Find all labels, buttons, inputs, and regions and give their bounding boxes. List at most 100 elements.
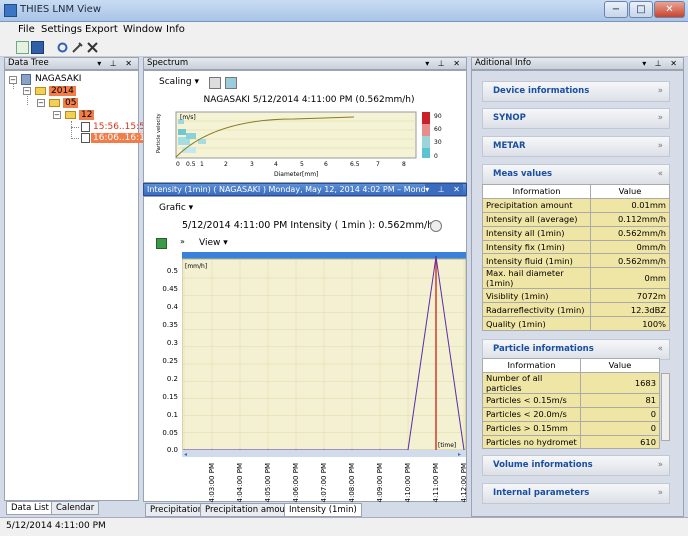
colorscale-30: 30 bbox=[434, 139, 442, 146]
meas-values-table: Information Value Precipitation amount 0.0… bbox=[482, 184, 670, 332]
section-device-info[interactable]: Device informations» bbox=[482, 81, 670, 102]
folder-icon bbox=[49, 99, 60, 107]
panel-pin-icon[interactable]: ▾ ⊥ ✕ bbox=[97, 58, 135, 69]
spectrum-x-tick: 8 bbox=[402, 161, 406, 168]
menu-file[interactable]: File bbox=[18, 24, 35, 35]
toolbar bbox=[0, 39, 688, 57]
spectrum-y-unit: [m/s] bbox=[180, 114, 196, 121]
chevron-down-icon: » bbox=[657, 488, 663, 498]
panel-pin-icon[interactable]: ▾ ⊥ ✕ bbox=[425, 184, 463, 195]
tab-intensity[interactable]: Intensity (1min) bbox=[284, 503, 362, 517]
tree-root[interactable]: NAGASAKI bbox=[35, 74, 81, 84]
x-tick: 4:09:00 PM bbox=[376, 463, 384, 503]
tab-precipitation[interactable]: Precipitation bbox=[145, 503, 209, 517]
tree-collapse-icon[interactable]: − bbox=[37, 99, 45, 107]
file-icon bbox=[81, 122, 90, 132]
tree-month[interactable]: 05 bbox=[63, 98, 79, 108]
view-dropdown[interactable]: View ▾ bbox=[199, 238, 228, 248]
folder-icon bbox=[35, 87, 46, 95]
intensity-chart-title: 5/12/2014 4:11:00 PM Intensity ( 1min ):… bbox=[182, 220, 434, 231]
table-row: Radarreflectivity (1min) 12.3dBZ bbox=[482, 302, 670, 318]
menu-bar: File Settings Export Window Info bbox=[0, 22, 688, 39]
chart-top-bar bbox=[182, 252, 466, 259]
tree-day[interactable]: 12 bbox=[79, 110, 95, 120]
x-tick: 4:05:00 PM bbox=[264, 463, 272, 503]
spectrum-y-label: Particle velocity bbox=[156, 113, 162, 153]
data-tree-header: Data Tree ▾ ⊥ ✕ bbox=[4, 57, 139, 70]
panel-pin-icon[interactable]: ▾ ⊥ ✕ bbox=[642, 58, 680, 69]
close-button[interactable]: ✕ bbox=[654, 1, 685, 18]
title-bar: THIES LNM View − □ ✕ bbox=[0, 0, 688, 22]
intensity-header: Intensity (1min) ( NAGASAKI ) Monday, Ma… bbox=[143, 183, 467, 196]
table-row: Particles > 0.15mm 0 bbox=[482, 420, 660, 436]
spectrum-x-tick: 6 bbox=[324, 161, 328, 168]
table-row: Intensity all (average) 0.112mm/h bbox=[482, 211, 670, 227]
export-icon[interactable] bbox=[225, 77, 237, 89]
intensity-chart: [mm/h] [time] ◂ ▸ bbox=[182, 252, 466, 458]
x-tick: 4:12:00 PM bbox=[460, 463, 468, 503]
colorscale-60: 60 bbox=[434, 126, 442, 133]
y-tick: 0.3 bbox=[166, 339, 178, 347]
spectrum-panel: Scaling ▾ NAGASAKI 5/12/2014 4:11:00 PM … bbox=[143, 70, 467, 183]
y-tick: 0.5 bbox=[166, 267, 178, 275]
x-tick: 4:08:00 PM bbox=[348, 463, 356, 503]
section-meas-values[interactable]: Meas values « bbox=[482, 164, 670, 185]
spectrum-x-tick: 1 bbox=[200, 161, 204, 168]
table-header: Information bbox=[482, 184, 591, 199]
y-tick: 0.4 bbox=[166, 303, 178, 311]
spectrum-x-tick: 2 bbox=[224, 161, 228, 168]
section-synop[interactable]: SYNOP» bbox=[482, 108, 670, 129]
spectrum-x-tick: 0.5 bbox=[186, 161, 196, 168]
tree-collapse-icon[interactable]: − bbox=[9, 76, 17, 84]
expand-icon[interactable]: » bbox=[180, 237, 185, 246]
y-tick: 0.05 bbox=[162, 429, 178, 437]
section-particle-info[interactable]: Particle informations « bbox=[482, 339, 670, 360]
section-metar[interactable]: METAR» bbox=[482, 136, 670, 157]
new-icon[interactable] bbox=[16, 41, 29, 54]
print-icon[interactable] bbox=[430, 220, 442, 232]
tools-icon[interactable] bbox=[71, 41, 84, 54]
excel-export-icon[interactable] bbox=[156, 238, 167, 249]
x-tick: 4:07:00 PM bbox=[320, 463, 328, 503]
menu-settings[interactable]: Settings bbox=[41, 24, 82, 35]
table-row: Max. hail diameter (1min) 0mm bbox=[482, 267, 670, 290]
panel-pin-icon[interactable]: ▾ ⊥ ✕ bbox=[425, 58, 463, 69]
y-tick: 0.25 bbox=[162, 357, 178, 365]
save-icon[interactable] bbox=[31, 41, 44, 54]
menu-export[interactable]: Export bbox=[85, 24, 118, 35]
colorscale-0: 0 bbox=[434, 153, 438, 160]
maximize-button[interactable]: □ bbox=[629, 1, 653, 18]
grafic-dropdown[interactable]: Grafic ▾ bbox=[159, 203, 193, 213]
print-icon[interactable] bbox=[209, 77, 221, 89]
scaling-dropdown[interactable]: Scaling ▾ bbox=[159, 77, 199, 87]
intensity-x-unit: [time] bbox=[438, 442, 456, 449]
section-internal-params[interactable]: Internal parameters» bbox=[482, 483, 670, 504]
table-row: Particles no hydromet 610 bbox=[482, 434, 660, 450]
menu-window[interactable]: Window bbox=[123, 24, 162, 35]
y-tick: 0.0 bbox=[166, 446, 178, 454]
settings-icon[interactable] bbox=[86, 41, 99, 54]
table-row: Particles < 20.0m/s 0 bbox=[482, 406, 660, 422]
menu-info[interactable]: Info bbox=[166, 24, 185, 35]
tree-collapse-icon[interactable]: − bbox=[53, 111, 61, 119]
section-volume-info[interactable]: Volume informations» bbox=[482, 455, 670, 476]
additional-header: Aditional Info ▾ ⊥ ✕ bbox=[471, 57, 684, 70]
tree-year[interactable]: 2014 bbox=[49, 86, 76, 96]
spectrum-header: Spectrum ▾ ⊥ ✕ bbox=[143, 57, 467, 70]
tree-collapse-icon[interactable]: − bbox=[23, 87, 31, 95]
table-row: Visiblity (1min) 7072m bbox=[482, 288, 670, 304]
spectrum-x-tick: 3 bbox=[250, 161, 254, 168]
tab-data-list[interactable]: Data List bbox=[6, 501, 54, 515]
folder-icon bbox=[65, 111, 76, 119]
data-tree-title: Data Tree bbox=[8, 58, 49, 68]
tab-calendar[interactable]: Calendar bbox=[51, 501, 100, 515]
spectrum-x-tick: 0 bbox=[176, 161, 180, 168]
refresh-icon[interactable] bbox=[56, 41, 69, 54]
minimize-button[interactable]: − bbox=[604, 1, 628, 18]
table-header: Value bbox=[580, 358, 660, 373]
table-scrollbar[interactable] bbox=[661, 373, 670, 441]
file-icon bbox=[81, 133, 90, 143]
data-point bbox=[435, 255, 437, 258]
tree-file-1[interactable]: 15:56..15:59 bbox=[93, 122, 151, 132]
chevron-down-icon: » bbox=[657, 460, 663, 470]
